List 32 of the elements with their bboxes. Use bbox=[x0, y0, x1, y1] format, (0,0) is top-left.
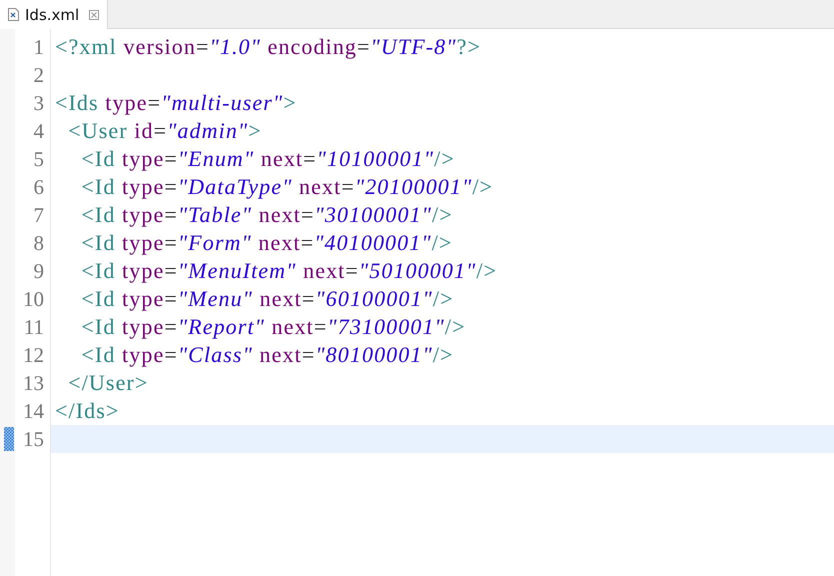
line-number: 7 bbox=[34, 202, 44, 229]
code-line: <Id type="MenuItem" next="50100001"/> bbox=[80, 257, 498, 285]
code-line: <Id type="Report" next="73100001"/> bbox=[80, 313, 466, 341]
tab-title: Ids.xml bbox=[25, 6, 80, 24]
code-line: <?xml version="1.0" encoding="UTF-8"?> bbox=[55, 33, 481, 61]
code-line: <Id type="Form" next="40100001"/> bbox=[80, 229, 452, 257]
line-number: 14 bbox=[23, 398, 44, 425]
xml-file-icon bbox=[8, 8, 19, 21]
code-line: </User> bbox=[67, 369, 148, 397]
line-number: 9 bbox=[34, 258, 44, 285]
code-line: <Id type="Menu" next="60100001"/> bbox=[80, 285, 454, 313]
code-line: <Id type="DataType" next="20100001"/> bbox=[80, 173, 494, 201]
code-line: <User id="admin"> bbox=[67, 117, 262, 145]
code-line: <Id type="Enum" next="10100001"/> bbox=[80, 145, 455, 173]
line-number: 1 bbox=[34, 34, 44, 61]
line-number: 6 bbox=[34, 174, 44, 201]
line-number: 3 bbox=[34, 90, 44, 117]
line-number: 13 bbox=[23, 370, 44, 397]
line-number: 2 bbox=[34, 62, 44, 89]
editor-tab[interactable]: Ids.xml bbox=[0, 0, 108, 29]
line-number: 4 bbox=[34, 118, 44, 145]
line-number: 11 bbox=[24, 314, 44, 341]
line-number: 12 bbox=[23, 342, 44, 369]
line-number: 5 bbox=[34, 146, 44, 173]
code-line: <Ids type="multi-user"> bbox=[55, 89, 297, 117]
code-line: </Ids> bbox=[55, 397, 120, 425]
line-number: 15 bbox=[23, 426, 44, 453]
line-number: 10 bbox=[23, 286, 44, 313]
code-line: <Id type="Class" next="80100001"/> bbox=[80, 341, 454, 369]
code-line: <Id type="Table" next="30100001"/> bbox=[80, 201, 453, 229]
line-number: 8 bbox=[34, 230, 44, 257]
close-icon[interactable] bbox=[89, 10, 100, 20]
